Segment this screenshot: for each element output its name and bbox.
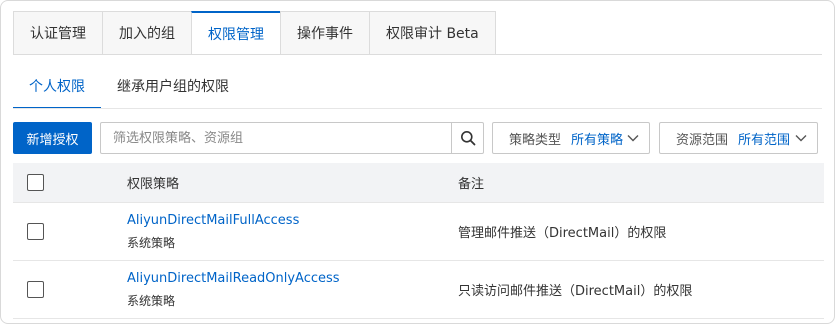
policy-type: 系统策略 [127, 293, 176, 308]
permissions-table: 权限策略 备注 AliyunDirectMailFullAccess 系统策略 … [13, 163, 824, 319]
tab-operation-events[interactable]: 操作事件 [280, 11, 369, 55]
search-icon [460, 131, 475, 146]
policy-note: 管理邮件推送（DirectMail）的权限 [458, 226, 667, 241]
tab-auth-management[interactable]: 认证管理 [13, 11, 102, 55]
policy-name-link[interactable]: AliyunDirectMailFullAccess [127, 213, 446, 228]
tab-permission-audit[interactable]: 权限审计 Beta [369, 11, 496, 55]
policy-type-value: 所有策略 [571, 132, 624, 148]
select-all-checkbox[interactable] [27, 174, 44, 191]
tab-personal-permissions[interactable]: 个人权限 [13, 63, 101, 109]
sub-tab-bar: 个人权限 继承用户组的权限 [13, 63, 245, 109]
search-input[interactable] [101, 123, 451, 153]
row-checkbox[interactable] [27, 281, 44, 298]
tab-inherited-group-permissions[interactable]: 继承用户组的权限 [101, 63, 245, 109]
policy-type-select[interactable]: 策略类型 所有策略 [492, 122, 650, 154]
search-button[interactable] [451, 123, 483, 153]
table-header: 权限策略 备注 [13, 163, 824, 203]
header-note: 备注 [458, 177, 485, 192]
tab-joined-groups[interactable]: 加入的组 [102, 11, 191, 55]
resource-scope-label: 资源范围 [676, 132, 729, 148]
chevron-down-icon [627, 134, 639, 142]
policy-type: 系统策略 [127, 235, 176, 250]
resource-scope-select[interactable]: 资源范围 所有范围 [659, 122, 818, 154]
top-tab-bar: 认证管理 加入的组 权限管理 操作事件 权限审计 Beta [13, 11, 496, 55]
table-row: AliyunDirectMailReadOnlyAccess 系统策略 只读访问… [13, 261, 824, 319]
resource-scope-value: 所有范围 [738, 132, 791, 148]
policy-note: 只读访问邮件推送（DirectMail）的权限 [458, 284, 693, 299]
search-box [100, 122, 484, 154]
row-checkbox[interactable] [27, 223, 44, 240]
tab-permission-management[interactable]: 权限管理 [191, 11, 280, 55]
table-row: AliyunDirectMailFullAccess 系统策略 管理邮件推送（D… [13, 203, 824, 261]
sub-tab-divider [13, 108, 822, 109]
chevron-down-icon [795, 134, 807, 142]
policy-type-label: 策略类型 [509, 132, 562, 148]
header-policy: 权限策略 [127, 177, 180, 192]
app-frame: 认证管理 加入的组 权限管理 操作事件 权限审计 Beta 个人权限 继承用户组… [0, 0, 835, 324]
add-authorization-button[interactable]: 新增授权 [13, 122, 92, 154]
top-tab-divider [13, 54, 822, 55]
policy-name-link[interactable]: AliyunDirectMailReadOnlyAccess [127, 271, 446, 286]
